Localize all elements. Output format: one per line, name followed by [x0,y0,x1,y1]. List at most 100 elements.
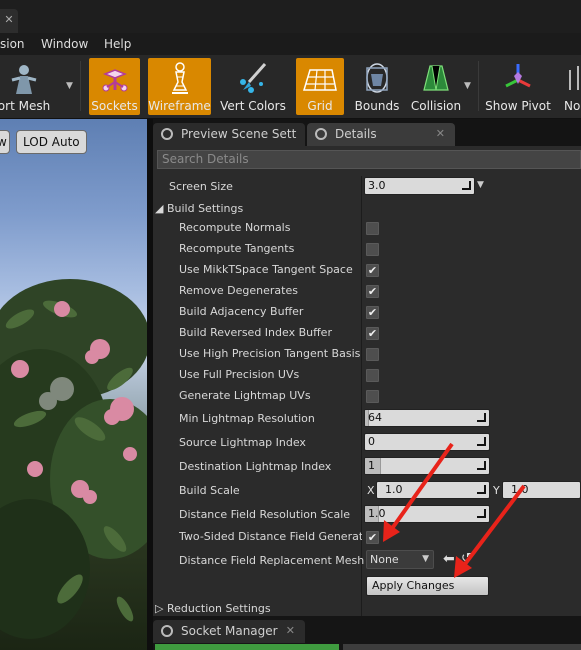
remove-degenerates-checkbox[interactable]: ✔ [366,285,379,298]
show-pivot-label: Show Pivot [485,99,551,113]
recompute-normals-checkbox[interactable] [366,222,379,235]
chevron-down-icon[interactable]: ▼ [66,81,73,91]
normals-button[interactable]: No [556,58,581,115]
wireframe-label: Wireframe [148,99,211,113]
source-lightmap-index-label: Source Lightmap Index [179,436,306,449]
drag-handle-icon [477,437,486,446]
close-icon[interactable]: ✕ [286,620,295,642]
collision-label: Collision [410,99,462,113]
preview-viewport[interactable]: w LOD Auto [0,119,147,650]
destination-lightmap-index-field[interactable]: 1 [364,457,490,475]
expanded-triangle-icon: ◢ [155,202,164,215]
wireframe-button[interactable]: Wireframe [148,58,211,115]
column-splitter[interactable] [361,176,362,616]
build-scale-y-value: 1.0 [511,483,529,496]
build-adjacency-buffer-checkbox[interactable]: ✔ [366,306,379,319]
use-mikktspace-checkbox[interactable]: ✔ [366,264,379,277]
generate-lightmap-uvs-label: Generate Lightmap UVs [179,389,311,402]
use-selected-arrow-icon[interactable]: ⬅ [443,551,455,567]
menu-item-window[interactable]: Window [41,37,88,51]
high-precision-tangent-label: Use High Precision Tangent Basis [179,347,361,360]
build-scale-label: Build Scale [179,484,240,497]
bounds-label: Bounds [354,99,400,113]
vert-colors-label: Vert Colors [220,99,286,113]
show-pivot-button[interactable]: Show Pivot [484,58,552,115]
grid-button[interactable]: Grid [296,58,344,115]
two-sided-distance-field-label: Two-Sided Distance Field Generatio [179,530,362,543]
menu-item-help[interactable]: Help [104,37,131,51]
show-pivot-icon [505,64,531,88]
destination-lightmap-index-label: Destination Lightmap Index [179,460,332,473]
build-scale-x-field[interactable]: 1.0 [376,481,490,499]
source-lightmap-index-value: 0 [368,435,375,448]
distance-field-resolution-scale-field[interactable]: 1.0 [364,505,490,523]
two-sided-distance-field-checkbox[interactable]: ✔ [366,531,379,544]
bounds-button[interactable]: Bounds [350,58,404,115]
panel-strip [343,644,581,650]
close-icon[interactable]: ✕ [436,123,445,145]
build-scale-x-value: 1.0 [385,483,403,496]
drag-handle-icon [477,461,486,470]
distance-field-replacement-mesh-label: Distance Field Replacement Mesh [179,554,365,567]
bottom-panel-tab-bar: Socket Manager ✕ [153,616,581,650]
distance-field-replacement-mesh-value: None [370,553,399,566]
collision-button[interactable]: Collision [408,58,464,115]
menu-bar: sion Window Help [0,33,581,55]
reduction-settings-label: Reduction Settings [166,602,271,615]
min-lightmap-resolution-field[interactable]: 64 [364,409,490,427]
chevron-down-icon: ▼ [422,554,429,564]
screen-size-dropdown-icon[interactable]: ▼ [477,180,484,190]
distance-field-resolution-scale-value: 1.0 [368,507,386,520]
generate-lightmap-uvs-checkbox[interactable] [366,390,379,403]
build-settings-label: Build Settings [166,202,244,215]
grid-label: Grid [307,99,333,113]
tab-details-label: Details [335,127,377,141]
view-mode-button[interactable]: w [0,130,10,154]
menu-item-collision[interactable]: sion [0,37,25,51]
drag-handle-icon [477,413,486,422]
drag-handle-icon [477,485,486,494]
distance-field-replacement-mesh-combo[interactable]: None ▼ [366,550,434,569]
normals-icon [569,66,579,90]
close-tab-icon[interactable]: ✕ [0,9,18,33]
tab-socket-manager[interactable]: Socket Manager ✕ [153,620,305,643]
screen-size-field[interactable]: 3.0 [364,177,475,195]
drag-handle-icon [477,509,486,518]
recompute-tangents-checkbox[interactable] [366,243,379,256]
vert-colors-button[interactable]: Vert Colors [218,58,288,115]
build-reversed-index-buffer-checkbox[interactable]: ✔ [366,327,379,340]
min-lightmap-resolution-label: Min Lightmap Resolution [179,412,315,425]
full-precision-uvs-checkbox[interactable] [366,369,379,382]
foliage-preview-image [0,279,147,639]
build-scale-y-field[interactable]: 1.0 [502,481,581,499]
destination-lightmap-index-value: 1 [368,459,375,472]
collision-dropdown-chevron-icon[interactable]: ▼ [464,81,471,91]
magnifier-icon [315,128,327,140]
collapsed-triangle-icon: ▷ [155,602,164,615]
panel-tab-bar: Preview Scene Sett Details ✕ [153,119,581,146]
high-precision-tangent-checkbox[interactable] [366,348,379,361]
toolbar-divider-2 [478,61,479,111]
tab-preview-scene-settings[interactable]: Preview Scene Sett [153,123,305,146]
build-settings-section-header[interactable]: ◢ Build Settings [155,202,243,215]
sockets-button[interactable]: Sockets [89,58,140,115]
import-mesh-button[interactable]: ort Mesh [0,58,60,115]
reduction-settings-section-header[interactable]: ▷ Reduction Settings [155,602,271,615]
search-details-input[interactable]: Search Details [157,150,581,169]
apply-changes-button[interactable]: Apply Changes [366,576,489,596]
sockets-label: Sockets [91,99,138,113]
source-lightmap-index-field[interactable]: 0 [364,433,490,451]
full-precision-uvs-label: Use Full Precision UVs [179,368,300,381]
drag-handle-icon [462,181,471,190]
lod-auto-button[interactable]: LOD Auto [16,130,87,154]
settings-icon [161,128,173,140]
reset-icon[interactable]: ↺ [461,551,472,566]
build-reversed-index-buffer-label: Build Reversed Index Buffer [179,326,332,339]
socket-manager-icon [161,625,173,637]
sockets-icon [102,69,127,92]
screen-size-value: 3.0 [368,179,386,192]
tab-details[interactable]: Details ✕ [307,123,455,146]
distance-field-resolution-scale-label: Distance Field Resolution Scale [179,508,351,521]
recompute-normals-label: Recompute Normals [179,221,291,234]
build-scale-y-axis-label: Y [493,484,500,497]
